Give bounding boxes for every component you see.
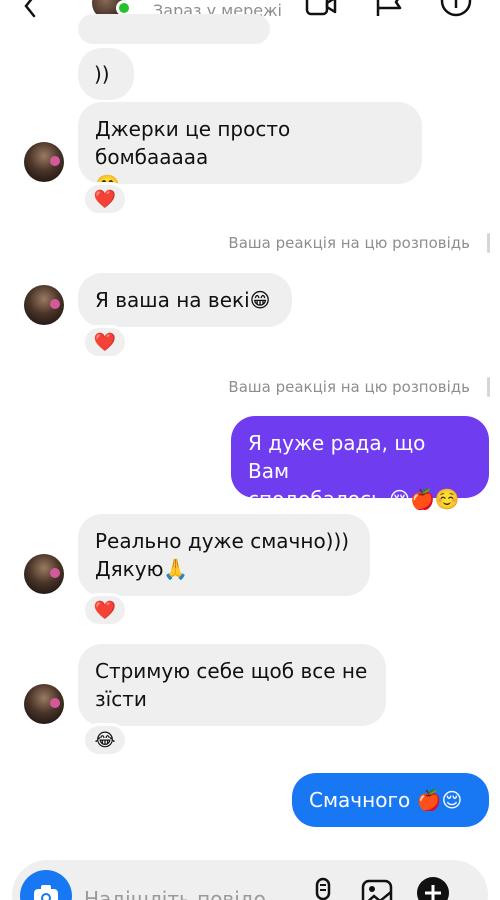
- message-bubble[interactable]: Джерки це просто бомбааааа 🤭: [78, 102, 422, 197]
- info-icon[interactable]: [440, 0, 472, 18]
- message-text: Я ваша на векі😁: [95, 288, 271, 312]
- message-text: Стримую себе щоб все не зїсти: [95, 659, 368, 711]
- message-text: Смачного 🍎😌: [309, 788, 463, 812]
- reaction-badge[interactable]: 😂: [82, 723, 128, 757]
- camera-icon: [34, 885, 58, 900]
- message-bubble-outgoing[interactable]: Смачного 🍎😌: [292, 773, 489, 827]
- message-text: Реально дуже смачно))) Дякую🙏: [95, 529, 350, 581]
- story-reaction-note: Ваша реакція на цю розповідь: [228, 378, 470, 396]
- story-reaction-note: Ваша реакція на цю розповідь: [228, 234, 470, 252]
- reaction-badge[interactable]: ❤️: [82, 593, 128, 627]
- heart-reaction-icon: ❤️: [93, 331, 117, 353]
- message-bubble[interactable]: Стримую себе щоб все не зїсти: [78, 644, 386, 726]
- laughing-reaction-icon: 😂: [94, 729, 116, 751]
- story-thumbnail[interactable]: [487, 233, 490, 253]
- back-icon[interactable]: [18, 0, 42, 18]
- reaction-badge[interactable]: ❤️: [82, 182, 128, 216]
- message-text: Джерки це просто бомбааааа 🤭: [95, 117, 291, 197]
- sender-avatar[interactable]: [24, 554, 64, 594]
- image-icon[interactable]: [360, 876, 394, 900]
- previous-message-bubble: [78, 14, 270, 44]
- sender-avatar[interactable]: [24, 285, 64, 325]
- message-text: )): [94, 62, 110, 86]
- message-input[interactable]: [84, 884, 284, 900]
- add-icon[interactable]: [416, 876, 450, 900]
- reaction-badge[interactable]: ❤️: [82, 325, 128, 359]
- heart-reaction-icon: ❤️: [93, 599, 117, 621]
- message-bubble[interactable]: Я ваша на векі😁: [78, 273, 292, 327]
- sender-avatar[interactable]: [24, 684, 64, 724]
- message-bubble[interactable]: Реально дуже смачно))) Дякую🙏: [78, 514, 370, 596]
- message-bubble-outgoing[interactable]: Я дуже рада, що Вам сподобалось 😌🍎☺️: [231, 416, 489, 511]
- sender-avatar[interactable]: [24, 142, 64, 182]
- message-text: Я дуже рада, що Вам сподобалось 😌🍎☺️: [248, 431, 460, 511]
- story-thumbnail[interactable]: [487, 377, 490, 397]
- flag-icon[interactable]: [374, 0, 406, 18]
- message-bubble[interactable]: )): [78, 48, 134, 100]
- heart-reaction-icon: ❤️: [93, 188, 117, 210]
- microphone-icon[interactable]: [306, 876, 340, 900]
- video-call-icon[interactable]: [305, 0, 337, 18]
